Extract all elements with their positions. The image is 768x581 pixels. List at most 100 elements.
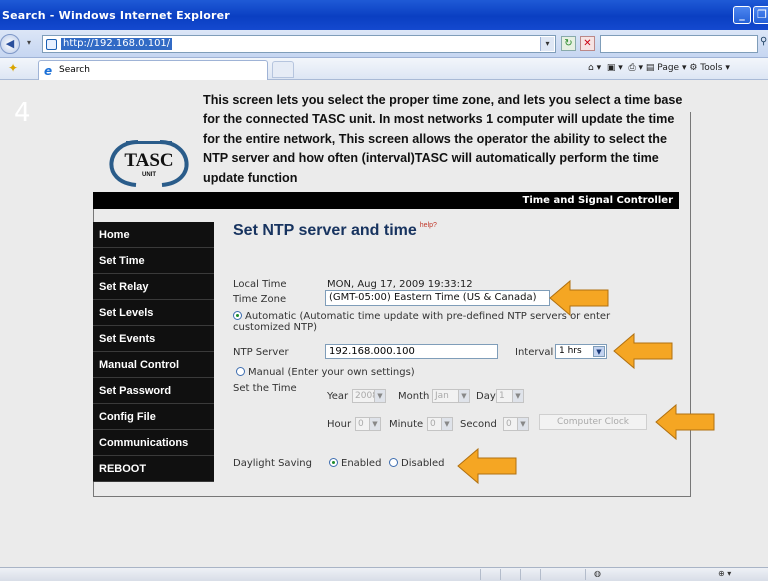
maximize-icon[interactable]: ❐ bbox=[753, 6, 768, 24]
stop-icon[interactable]: ✕ bbox=[580, 36, 595, 51]
timezone-select[interactable]: (GMT-05:00) Eastern Time (US & Canada) bbox=[325, 290, 550, 306]
new-tab-button[interactable] bbox=[272, 61, 294, 78]
refresh-icon[interactable]: ↻ bbox=[561, 36, 576, 51]
minute-select[interactable]: 0 ▼ bbox=[427, 417, 453, 431]
tools-menu[interactable]: ⚙ Tools ▾ bbox=[689, 63, 730, 73]
chevron-down-icon: ▼ bbox=[517, 418, 528, 430]
minute-value: 0 bbox=[430, 419, 436, 429]
second-select[interactable]: 0 ▼ bbox=[503, 417, 529, 431]
year-select[interactable]: 2008 ▼ bbox=[352, 389, 386, 403]
status-bar: ◍ ⊕ ▾ bbox=[0, 567, 768, 581]
minimize-icon[interactable]: _ bbox=[733, 6, 751, 24]
favorites-star-icon[interactable]: ✦ bbox=[8, 61, 18, 75]
manual-option[interactable]: Manual (Enter your own settings) bbox=[236, 367, 415, 378]
chevron-down-icon: ▼ bbox=[458, 390, 469, 402]
page-menu[interactable]: ▤ Page ▾ bbox=[646, 63, 687, 73]
tab-search[interactable]: e Search bbox=[38, 60, 268, 80]
frame-border-bottom bbox=[93, 496, 691, 497]
sidebar-item-config-file[interactable]: Config File bbox=[93, 404, 214, 430]
local-time-label: Local Time bbox=[233, 279, 287, 290]
url-field[interactable]: http://192.168.0.101/ ▾ bbox=[42, 35, 556, 53]
annotation-arrow-icon bbox=[655, 403, 715, 441]
search-input[interactable] bbox=[600, 35, 758, 53]
timezone-label: Time Zone bbox=[233, 294, 287, 305]
chevron-down-icon: ▼ bbox=[369, 418, 380, 430]
daylight-enabled-radio[interactable] bbox=[329, 458, 338, 467]
command-tools: ⌂ ▾ ▣ ▾ ⎙ ▾ ▤ Page ▾ ⚙ Tools ▾ bbox=[588, 63, 730, 73]
hour-select[interactable]: 0 ▼ bbox=[355, 417, 381, 431]
local-time-value: MON, Aug 17, 2009 19:33:12 bbox=[327, 279, 473, 290]
chevron-down-icon: ▼ bbox=[512, 390, 523, 402]
interval-label: Interval bbox=[515, 347, 554, 358]
back-icon[interactable]: ◀ bbox=[0, 34, 20, 54]
sidebar-item-set-events[interactable]: Set Events bbox=[93, 326, 214, 352]
sidebar-item-home[interactable]: Home bbox=[93, 222, 214, 248]
internet-zone-icon: ◍ bbox=[594, 569, 601, 578]
year-label: Year bbox=[327, 391, 349, 402]
search-icon[interactable]: ⚲ bbox=[760, 36, 768, 51]
sidebar-item-communications[interactable]: Communications bbox=[93, 430, 214, 456]
day-value: 1 bbox=[499, 391, 505, 401]
feeds-icon[interactable]: ▣ ▾ bbox=[607, 63, 623, 73]
chevron-down-icon[interactable]: ▼ bbox=[593, 346, 605, 357]
zoom-icon[interactable]: ⊕ ▾ bbox=[718, 569, 731, 578]
page-menu-label: Page bbox=[657, 63, 680, 73]
sidebar-item-set-levels[interactable]: Set Levels bbox=[93, 300, 214, 326]
chevron-down-icon: ▼ bbox=[374, 390, 385, 402]
computer-clock-button[interactable]: Computer Clock bbox=[539, 414, 647, 430]
manual-radio[interactable] bbox=[236, 367, 245, 376]
daylight-saving-label: Daylight Saving bbox=[233, 458, 312, 469]
automatic-label-line2: customized NTP) bbox=[233, 322, 318, 333]
minute-label: Minute bbox=[389, 419, 424, 430]
hour-label: Hour bbox=[327, 419, 352, 430]
month-label: Month bbox=[398, 391, 430, 402]
sidebar-item-set-time[interactable]: Set Time bbox=[93, 248, 214, 274]
timezone-value: (GMT-05:00) Eastern Time (US & Canada) bbox=[329, 292, 537, 303]
automatic-radio[interactable] bbox=[233, 311, 242, 320]
hour-value: 0 bbox=[358, 419, 364, 429]
help-link[interactable]: help? bbox=[420, 222, 437, 229]
status-divider bbox=[480, 569, 481, 580]
daylight-disabled-option[interactable]: Disabled bbox=[389, 458, 444, 469]
annotation-arrow-icon bbox=[549, 279, 609, 317]
status-divider bbox=[540, 569, 541, 580]
status-divider bbox=[520, 569, 521, 580]
home-icon[interactable]: ⌂ ▾ bbox=[588, 63, 601, 73]
annotation-arrow-icon bbox=[613, 332, 673, 370]
status-divider bbox=[585, 569, 586, 580]
chevron-down-icon[interactable]: ▾ bbox=[540, 37, 554, 51]
sidebar-menu: Home Set Time Set Relay Set Levels Set E… bbox=[93, 222, 214, 482]
page-icon bbox=[46, 39, 57, 50]
daylight-disabled-label: Disabled bbox=[401, 458, 445, 469]
daylight-disabled-radio[interactable] bbox=[389, 458, 398, 467]
status-divider bbox=[500, 569, 501, 580]
day-label: Day bbox=[476, 391, 496, 402]
command-bar: ✦ e Search ⌂ ▾ ▣ ▾ ⎙ ▾ ▤ Page ▾ ⚙ Tools … bbox=[0, 58, 768, 80]
print-icon[interactable]: ⎙ ▾ bbox=[628, 63, 643, 73]
day-select[interactable]: 1 ▼ bbox=[496, 389, 524, 403]
sidebar-item-set-password[interactable]: Set Password bbox=[93, 378, 214, 404]
annotation-arrow-icon bbox=[457, 447, 517, 485]
daylight-enabled-option[interactable]: Enabled bbox=[329, 458, 381, 469]
daylight-enabled-label: Enabled bbox=[341, 458, 382, 469]
chevron-down-icon: ▼ bbox=[441, 418, 452, 430]
logo-subtext: UNIT bbox=[142, 172, 156, 178]
set-time-label: Set the Time bbox=[233, 383, 297, 394]
month-select[interactable]: Jan ▼ bbox=[432, 389, 470, 403]
tab-label: Search bbox=[59, 65, 90, 75]
nav-dropdown-icon[interactable]: ▾ bbox=[22, 34, 36, 54]
window-titlebar: Search - Windows Internet Explorer _ ❐ bbox=[0, 0, 768, 30]
sidebar-item-reboot[interactable]: REBOOT bbox=[93, 456, 214, 482]
page-title-text: Set NTP server and time bbox=[233, 222, 417, 239]
second-value: 0 bbox=[506, 419, 512, 429]
tools-menu-label: Tools bbox=[700, 63, 723, 73]
ntp-server-input[interactable]: 192.168.000.100 bbox=[325, 344, 498, 359]
sidebar-item-manual-control[interactable]: Manual Control bbox=[93, 352, 214, 378]
sidebar-item-set-relay[interactable]: Set Relay bbox=[93, 274, 214, 300]
ie-icon: e bbox=[44, 64, 53, 78]
interval-value: 1 hrs bbox=[559, 346, 582, 356]
url-text: http://192.168.0.101/ bbox=[61, 38, 173, 50]
second-label: Second bbox=[460, 419, 497, 430]
window-title: Search - Windows Internet Explorer bbox=[2, 9, 230, 22]
interval-select[interactable]: 1 hrs ▼ bbox=[555, 344, 607, 359]
